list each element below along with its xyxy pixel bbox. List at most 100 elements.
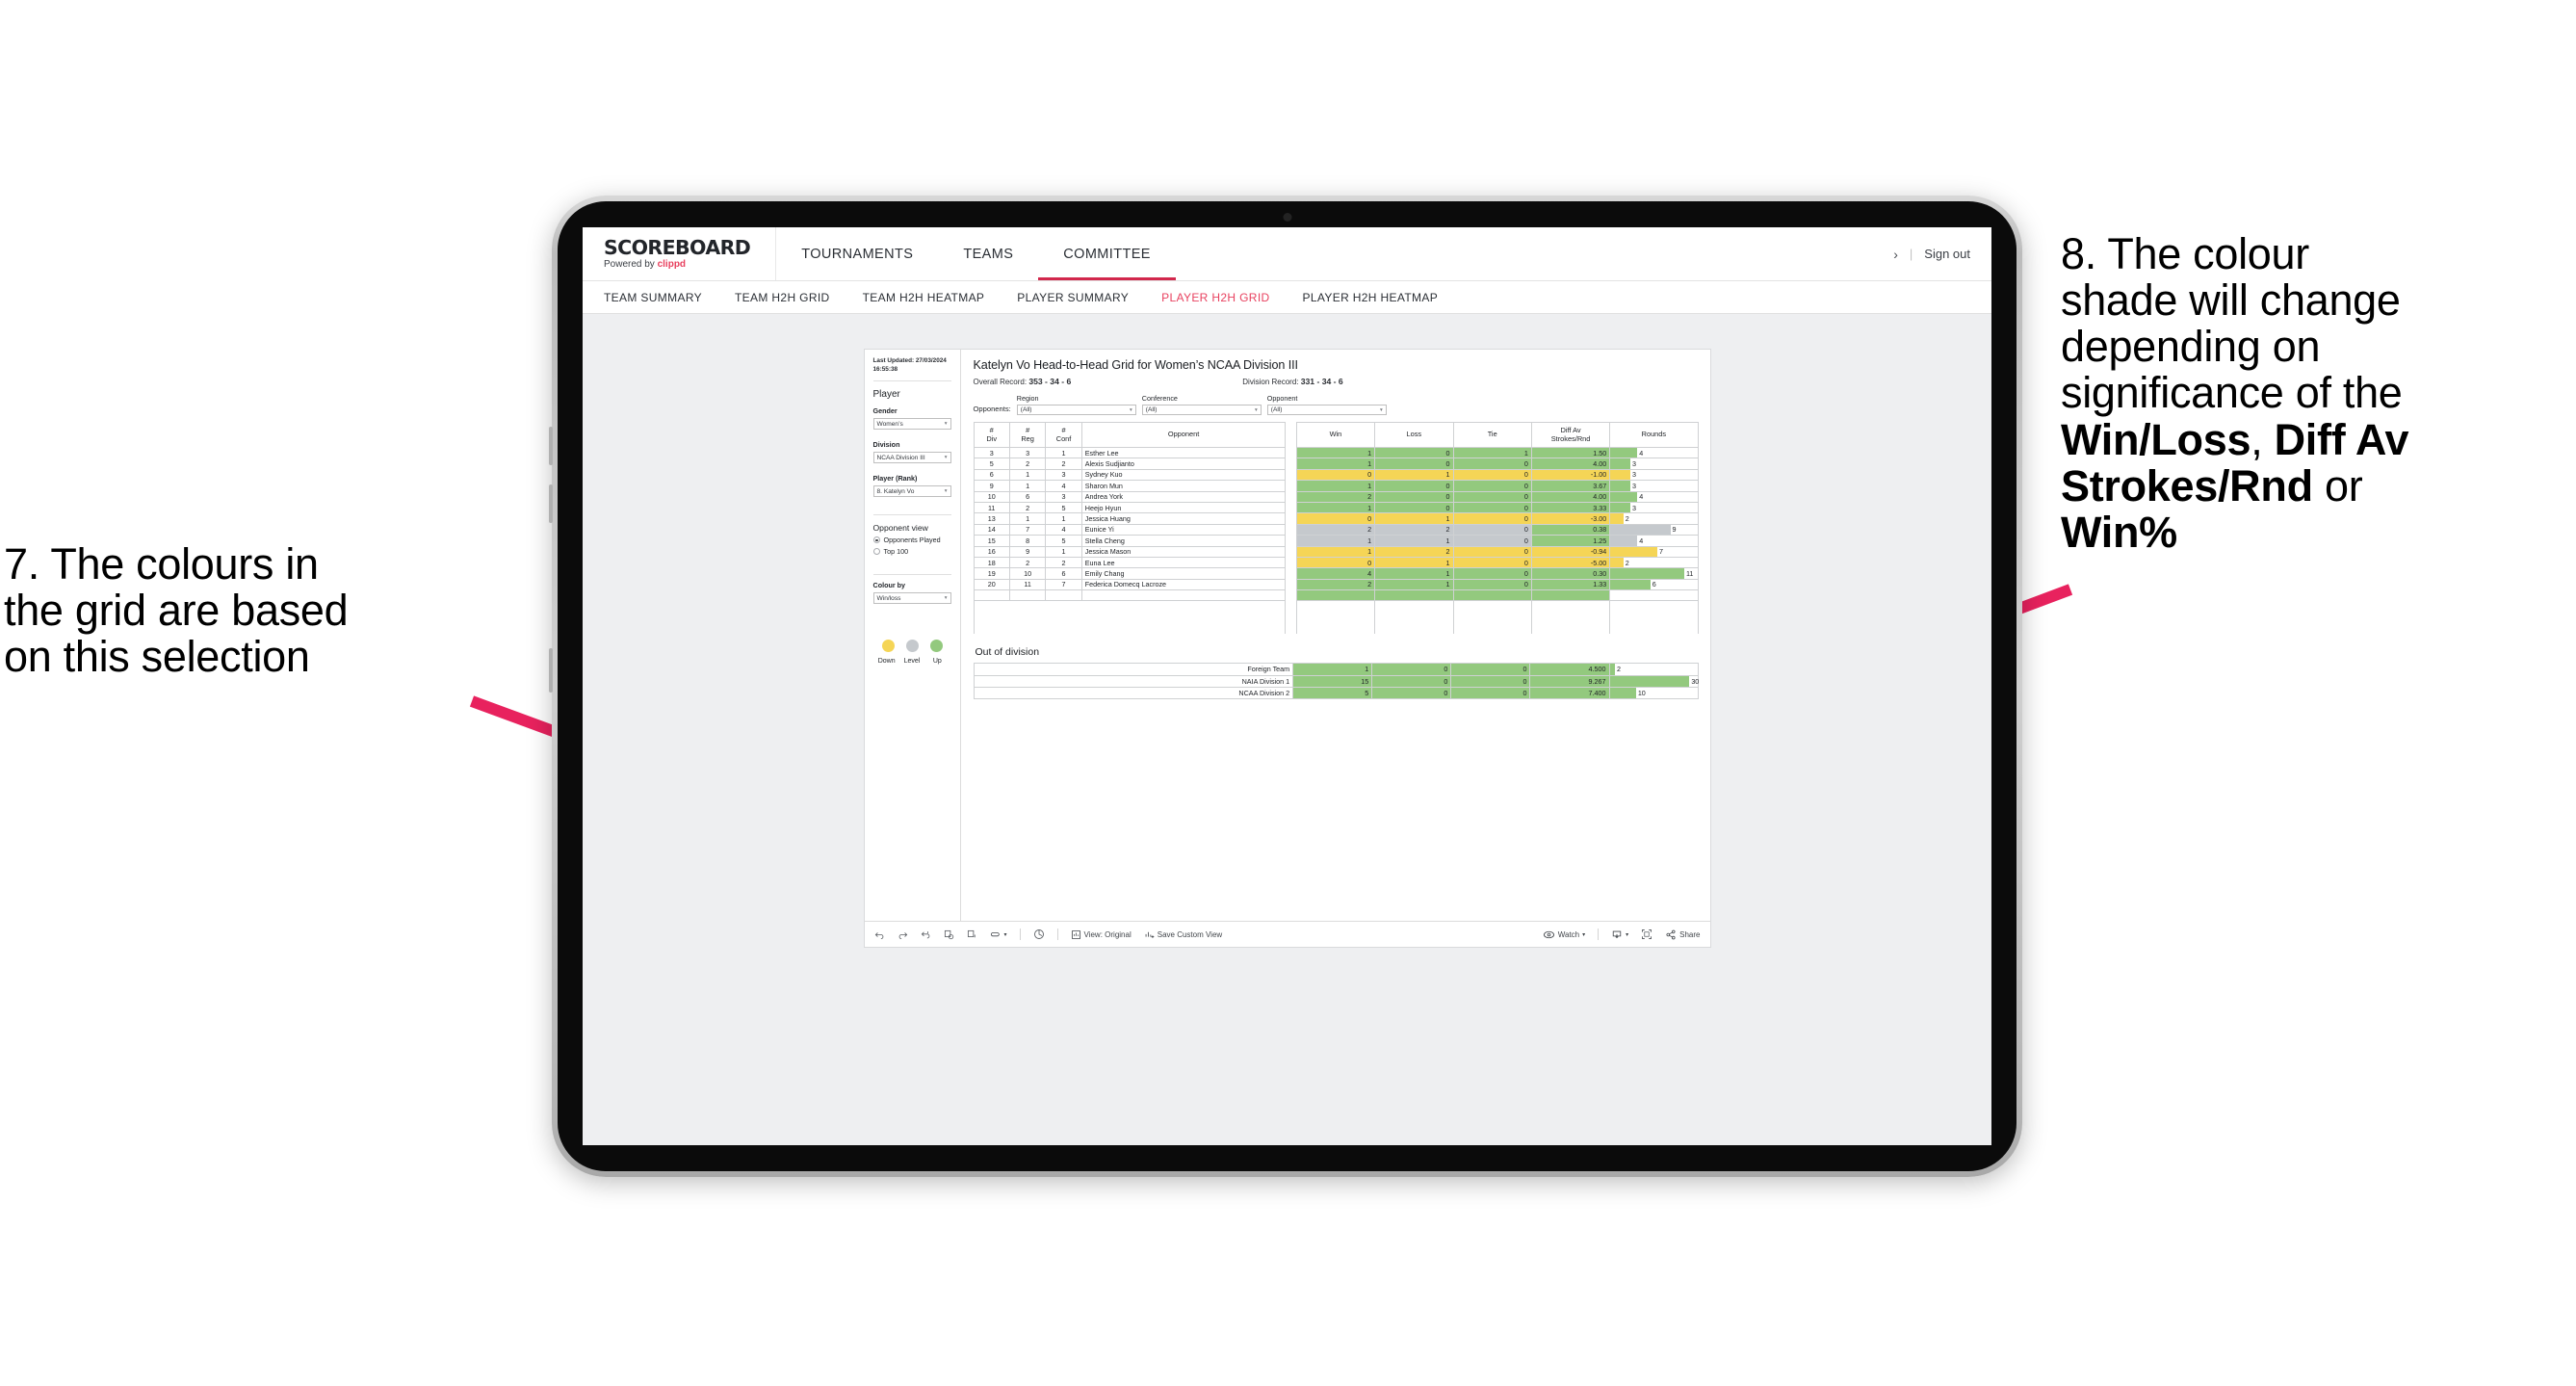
cell-loss: 0 <box>1374 501 1454 514</box>
division-select[interactable]: NCAA Division III ▾ <box>872 452 951 464</box>
nav-item-tournaments[interactable]: TOURNAMENTS <box>776 227 938 280</box>
subnav-item-team-h2h-grid[interactable]: TEAM H2H GRID <box>735 291 830 304</box>
cell-div: 15 <box>973 535 1010 547</box>
cell-rounds: 4 <box>1609 446 1699 459</box>
col-div[interactable]: # Div <box>973 422 1010 448</box>
subnav-item-team-h2h-heatmap[interactable]: TEAM H2H HEATMAP <box>863 291 985 304</box>
table-row[interactable]: 5 2 2 Alexis Sudjianto 1 0 0 4.00 3 <box>973 458 1699 470</box>
pause-updates-icon[interactable] <box>967 929 977 940</box>
cell-rounds: 7 <box>1609 545 1699 558</box>
opponent-filter-select[interactable]: (All) ▾ <box>1266 405 1387 415</box>
table-row[interactable]: 10 6 3 Andrea York 2 0 0 4.00 4 <box>973 490 1699 503</box>
player-rank-select[interactable]: 8. Katelyn Vo ▾ <box>872 485 951 498</box>
col-tie[interactable]: Tie <box>1452 422 1532 448</box>
cell-rounds: 4 <box>1609 490 1699 503</box>
cell-div: 6 <box>973 468 1010 482</box>
cell-tie: 0 <box>1450 686 1531 700</box>
help-icon[interactable] <box>1033 928 1045 940</box>
table-row[interactable]: 14 7 4 Eunice Yi 2 2 0 0.38 9 <box>973 523 1699 536</box>
col-conf[interactable]: # Conf <box>1045 422 1082 448</box>
redo-icon[interactable] <box>898 929 908 940</box>
nav-item-teams[interactable]: TEAMS <box>938 227 1038 280</box>
subnav-item-player-h2h-grid[interactable]: PLAYER H2H GRID <box>1161 291 1269 304</box>
out-of-division-row[interactable]: Foreign Team 1 0 0 4.500 2 <box>973 663 1699 676</box>
h2h-grid-scroll[interactable]: # Div # Reg # Conf Opponent Win Loss Tie… <box>973 422 1699 635</box>
subnav-item-team-summary[interactable]: TEAM SUMMARY <box>604 291 702 304</box>
cell-loss: 0 <box>1374 446 1454 459</box>
colour-by-value: Win/loss <box>876 594 901 602</box>
table-header-row: # Div # Reg # Conf Opponent Win Loss Tie… <box>973 422 1699 448</box>
table-row[interactable]: 13 1 1 Jessica Huang 0 1 0 -3.00 2 <box>973 512 1699 525</box>
col-loss[interactable]: Loss <box>1374 422 1454 448</box>
annotation-left-line2: the grid are based <box>4 586 349 636</box>
revert-icon[interactable] <box>921 929 931 940</box>
table-row[interactable]: 9 1 4 Sharon Mun 1 0 0 3.67 3 <box>973 480 1699 492</box>
cell-rounds: 3 <box>1609 480 1699 492</box>
side-button[interactable] <box>549 648 553 693</box>
table-row[interactable]: 20 11 7 Federica Domecq Lacroze 2 1 0 1.33 6 <box>973 578 1699 591</box>
watch-button[interactable]: Watch ▾ <box>1543 929 1585 940</box>
radio-top-100[interactable]: Top 100 <box>872 547 951 556</box>
out-of-division-row[interactable]: NCAA Division 2 5 0 0 7.400 10 <box>973 686 1699 700</box>
download-button[interactable]: ▾ <box>1611 929 1628 940</box>
nav-item-committee[interactable]: COMMITTEE <box>1038 227 1176 280</box>
gender-field: Gender Women’s ▾ <box>872 406 951 431</box>
table-row[interactable]: 3 3 1 Esther Lee 1 0 1 1.50 4 <box>973 446 1699 459</box>
subnav-item-player-h2h-heatmap[interactable]: PLAYER H2H HEATMAP <box>1303 291 1439 304</box>
app-header: SCOREBOARD Powered by clippd TOURNAMENTS… <box>583 227 1991 281</box>
share-button[interactable]: Share <box>1665 929 1701 940</box>
table-row[interactable]: 15 8 5 Stella Cheng 1 1 0 1.25 4 <box>973 535 1699 547</box>
volume-up-button[interactable] <box>549 427 553 465</box>
cell-rounds: 3 <box>1609 468 1699 482</box>
col-reg[interactable]: # Reg <box>1008 422 1047 448</box>
col-diff[interactable]: Diff Av Strokes/Rnd <box>1530 422 1611 448</box>
out-of-division-table: Foreign Team 1 0 0 4.500 2 NAIA Division 1 15 0 0… <box>973 663 1699 700</box>
chevron-down-icon: ▾ <box>944 421 948 428</box>
table-row[interactable]: 18 2 2 Euna Lee 0 1 0 -5.00 2 <box>973 556 1699 569</box>
sign-out-link[interactable]: Sign out <box>1924 247 1970 261</box>
out-of-division-row[interactable]: NAIA Division 1 15 0 0 9.267 30 <box>973 674 1699 688</box>
cell-conf: 2 <box>1045 458 1082 470</box>
subnav-item-player-summary[interactable]: PLAYER SUMMARY <box>1017 291 1129 304</box>
cell-rounds: 2 <box>1609 512 1699 525</box>
view-original-button[interactable]: View: Original <box>1071 929 1132 940</box>
cell-div: 20 <box>973 578 1010 591</box>
header-divider: | <box>1909 247 1913 261</box>
table-row-blank <box>973 622 1699 635</box>
cell-group-name: Foreign Team <box>973 663 1294 676</box>
filters-sidebar: Last Updated: 27/03/2024 16:55:38 Player… <box>865 350 961 921</box>
conference-filter-select[interactable]: (All) ▾ <box>1141 405 1262 415</box>
cell-win: 0 <box>1295 556 1376 569</box>
workbook-body: Last Updated: 27/03/2024 16:55:38 Player… <box>865 350 1710 921</box>
table-row[interactable]: 19 10 6 Emily Chang 4 1 0 0.30 11 <box>973 567 1699 580</box>
watch-label: Watch <box>1557 929 1580 939</box>
cell-diff: 3.67 <box>1530 480 1611 492</box>
cell-loss: 0 <box>1371 674 1452 688</box>
colour-by-select[interactable]: Win/loss ▾ <box>872 592 951 605</box>
volume-down-button[interactable] <box>549 484 553 523</box>
undo-icon[interactable] <box>874 929 885 940</box>
conference-filter-value: (All) <box>1145 406 1158 413</box>
col-opponent[interactable]: Opponent <box>1080 422 1287 448</box>
table-row[interactable]: 16 9 1 Jessica Mason 1 2 0 -0.94 7 <box>973 545 1699 558</box>
chevron-right-icon[interactable]: › <box>1893 247 1898 262</box>
brand-logo[interactable]: SCOREBOARD Powered by clippd <box>583 227 777 280</box>
col-rounds[interactable]: Rounds <box>1609 422 1699 448</box>
annotation-right-line1: 8. The colour <box>2061 229 2309 278</box>
refresh-data-icon[interactable] <box>944 929 954 940</box>
gender-select[interactable]: Women’s ▾ <box>872 418 951 431</box>
region-filter-select[interactable]: (All) ▾ <box>1016 405 1136 415</box>
col-win[interactable]: Win <box>1295 422 1376 448</box>
division-value: NCAA Division III <box>876 454 925 461</box>
legend-label-down: Down <box>877 658 896 666</box>
radio-opponents-played[interactable]: Opponents Played <box>872 536 951 545</box>
cell-gap <box>1285 458 1297 470</box>
radio-opponents-played-label: Opponents Played <box>883 536 941 545</box>
fullscreen-icon[interactable] <box>1641 928 1652 940</box>
table-row[interactable]: 6 1 3 Sydney Kuo 0 1 0 -1.00 3 <box>973 468 1699 482</box>
toolbar-separator-3 <box>1598 928 1600 940</box>
chevron-down-icon: ▾ <box>944 488 948 495</box>
highlight-tool[interactable]: ▾ <box>990 929 1007 940</box>
table-row[interactable]: 11 2 5 Heejo Hyun 1 0 0 3.33 3 <box>973 501 1699 514</box>
save-custom-view-button[interactable]: Save Custom View <box>1144 929 1222 940</box>
